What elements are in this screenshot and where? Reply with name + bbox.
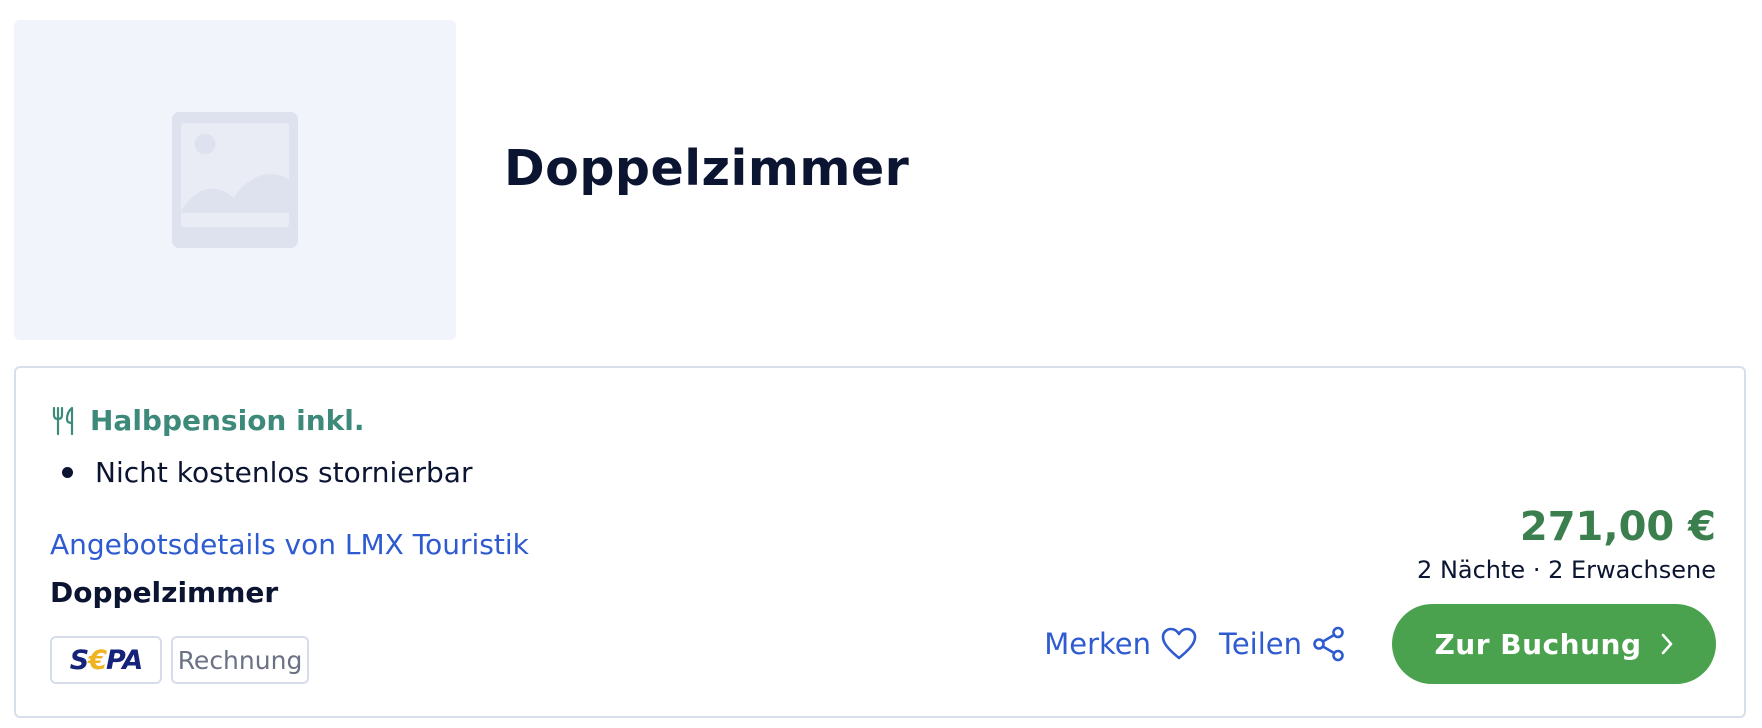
room-title: Doppelzimmer xyxy=(504,140,910,197)
cancellation-info: Nicht kostenlos stornierbar xyxy=(62,456,472,489)
save-label: Merken xyxy=(1044,627,1152,661)
book-label: Zur Buchung xyxy=(1434,627,1642,661)
heart-icon xyxy=(1161,627,1197,660)
room-header: Doppelzimmer xyxy=(0,0,1762,370)
offer-details-link[interactable]: Angebotsdetails von LMX Touristik xyxy=(50,528,529,561)
share-button[interactable]: Teilen xyxy=(1219,626,1346,662)
bullet-icon xyxy=(62,467,73,478)
chevron-right-icon xyxy=(1661,633,1672,655)
price: 271,00 € xyxy=(1519,504,1716,550)
sepa-logo: S€PA xyxy=(69,644,143,676)
save-button[interactable]: Merken xyxy=(1044,627,1197,661)
payment-methods: S€PA Rechnung xyxy=(50,636,309,684)
image-placeholder-icon xyxy=(172,112,298,248)
room-type: Doppelzimmer xyxy=(50,576,279,609)
offer-card: Halbpension inkl. Nicht kostenlos storni… xyxy=(14,366,1746,718)
board-info: Halbpension inkl. xyxy=(52,404,365,437)
room-image[interactable] xyxy=(14,20,456,340)
sepa-badge: S€PA xyxy=(50,636,162,684)
share-label: Teilen xyxy=(1219,627,1302,661)
book-button[interactable]: Zur Buchung xyxy=(1392,604,1716,684)
board-label: Halbpension inkl. xyxy=(90,404,365,437)
share-icon xyxy=(1313,626,1344,662)
cancellation-label: Nicht kostenlos stornierbar xyxy=(95,456,473,489)
cutlery-icon xyxy=(52,406,74,435)
invoice-badge: Rechnung xyxy=(171,636,309,684)
offer-actions: Merken Teilen Zur Buchung xyxy=(1044,604,1716,684)
price-note: 2 Nächte · 2 Erwachsene xyxy=(1417,556,1716,584)
